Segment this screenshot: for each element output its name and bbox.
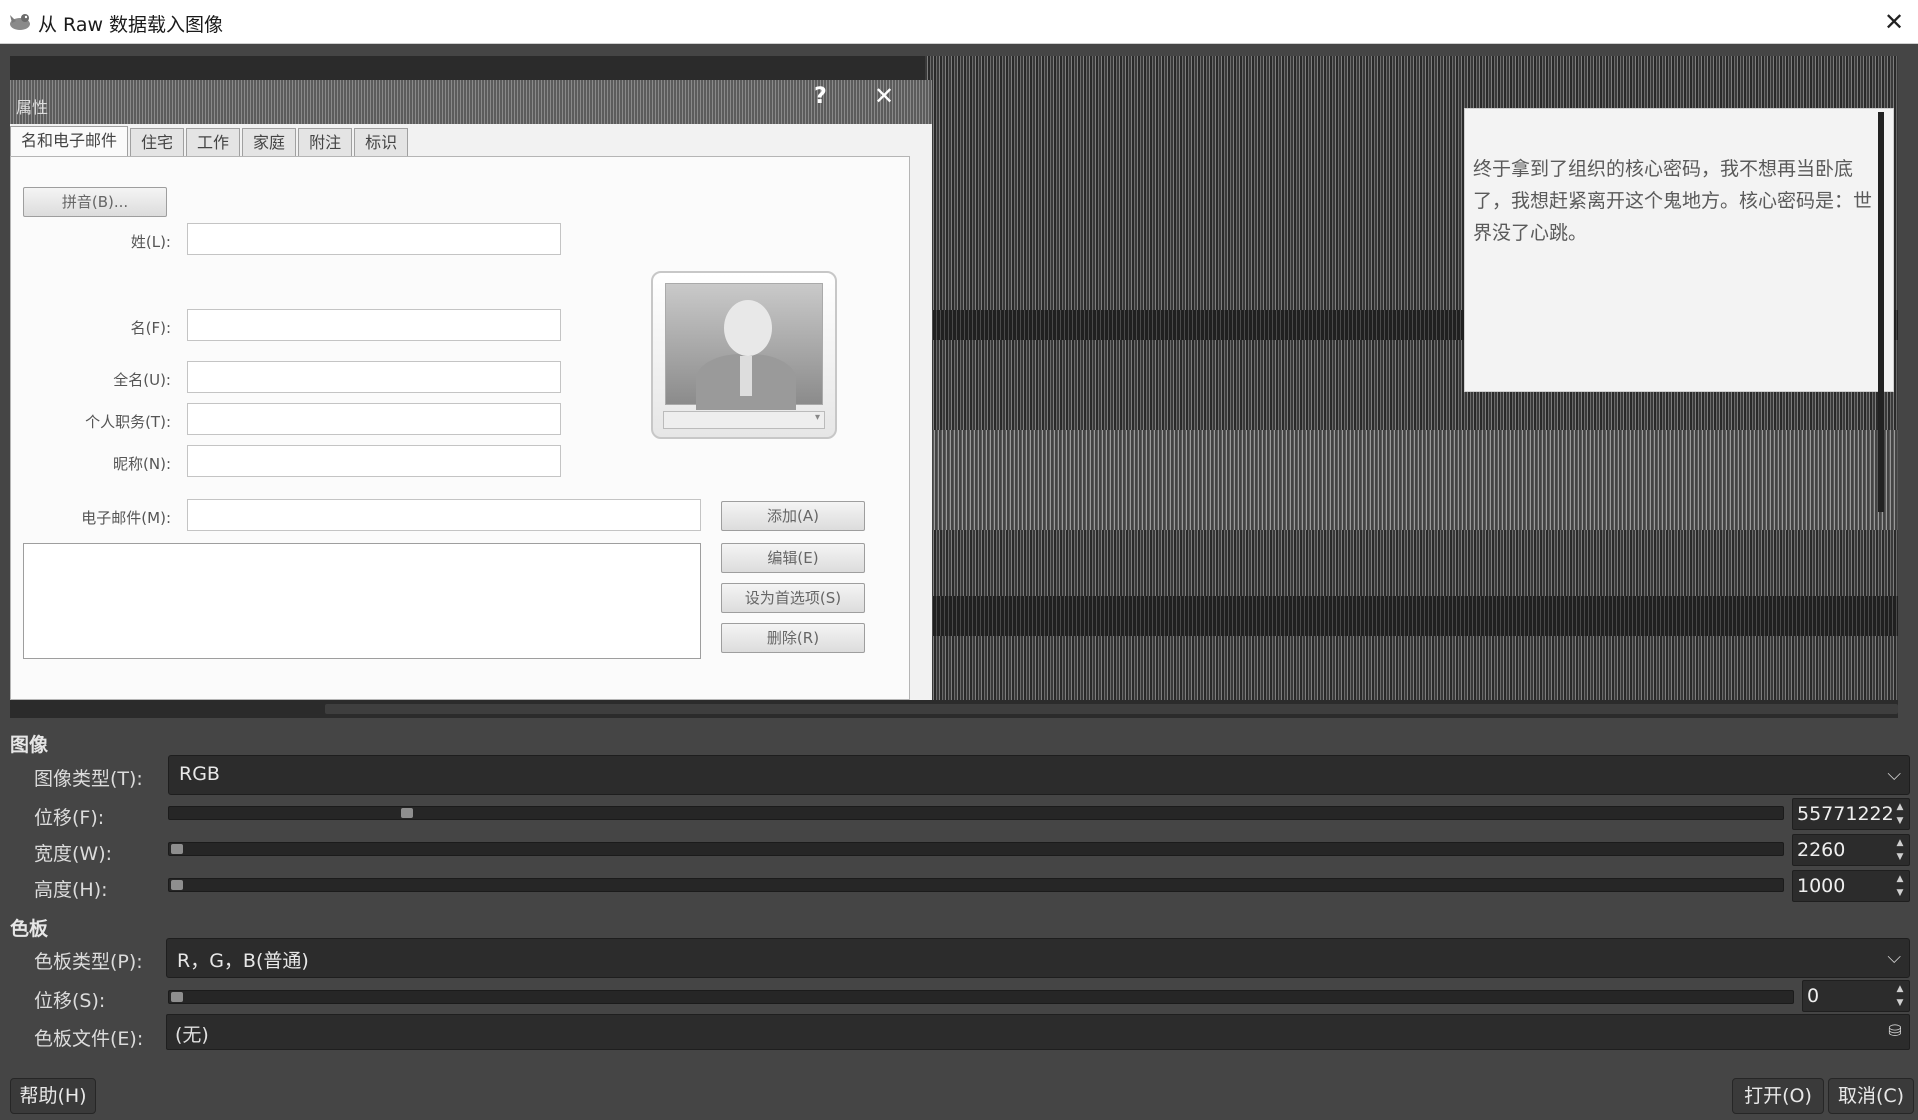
ghost-add-button: 添加(A) — [721, 501, 865, 531]
palette-file-label: 色板文件(E): — [34, 1028, 144, 1050]
spin-down-icon[interactable]: ▼ — [1893, 996, 1907, 1010]
offset-label: 位移(F): — [34, 807, 105, 829]
preview-horizontal-scrollbar[interactable] — [10, 700, 1898, 718]
preview-note: 终于拿到了组织的核心密码，我不想再当卧底了，我想赶紧离开这个鬼地方。核心密码是：… — [1464, 108, 1894, 392]
raw-preview: 属性 ? ✕ 名和电子邮件 住宅 工作 家庭 附注 标识 拼音(B)... 姓(… — [10, 56, 1898, 700]
ghost-tab: 标识 — [354, 128, 409, 156]
window-titlebar: 从 Raw 数据载入图像 ✕ — [0, 0, 1918, 44]
ghost-label: 昵称(N): — [113, 455, 171, 473]
ghost-label: 姓(L): — [130, 233, 171, 251]
spin-down-icon[interactable]: ▼ — [1893, 850, 1907, 864]
ghost-label: 电子邮件(M): — [81, 509, 171, 527]
ghost-label: 名(F): — [130, 319, 171, 337]
note-text: 终于拿到了组织的核心密码，我不想再当卧底了，我想赶紧离开这个鬼地方。核心密码是：… — [1473, 158, 1873, 244]
preview-noise-band — [925, 596, 1898, 636]
ghost-panel: 拼音(B)... 姓(L): 名(F): 全名(U): 个人职务(T): 昵称(… — [10, 156, 910, 700]
ghost-tab: 家庭 — [242, 128, 297, 156]
open-file-icon[interactable]: ⛁ — [1885, 1021, 1905, 1043]
chevron-down-icon: ⌵ — [1887, 764, 1901, 785]
height-slider[interactable] — [168, 878, 1784, 892]
image-section-heading: 图像 — [10, 734, 49, 756]
preview-noise-band — [925, 430, 1898, 530]
palette-section-heading: 色板 — [10, 918, 49, 940]
palette-type-value: R，G，B(普通) — [177, 950, 309, 972]
ghost-remove-button: 删除(R) — [721, 623, 865, 653]
spin-up-icon[interactable]: ▲ — [1893, 872, 1907, 886]
close-icon[interactable]: ✕ — [1876, 4, 1912, 40]
image-type-value: RGB — [179, 763, 220, 785]
window-title: 从 Raw 数据载入图像 — [38, 14, 224, 36]
ghost-input — [187, 361, 561, 393]
ghost-titlebar: 属性 ? ✕ — [10, 80, 932, 124]
ghost-default-button: 设为首选项(S) — [721, 583, 865, 613]
ghost-title: 属性 — [16, 98, 49, 117]
spin-up-icon[interactable]: ▲ — [1893, 836, 1907, 850]
ghost-help-icon: ? — [814, 84, 827, 109]
ghost-tab: 名和电子邮件 — [10, 126, 129, 156]
ghost-input — [187, 403, 561, 435]
open-button[interactable]: 打开(O) — [1732, 1078, 1824, 1114]
height-spinbox[interactable]: 1000 ▲ ▼ — [1792, 870, 1910, 902]
ghost-label: 全名(U): — [113, 371, 171, 389]
ghost-tab: 工作 — [186, 128, 241, 156]
palette-type-label: 色板类型(P): — [34, 951, 143, 973]
palette-file-chooser[interactable]: (无) ⛁ — [166, 1014, 1910, 1050]
ghost-list — [23, 543, 701, 659]
width-slider[interactable] — [168, 842, 1784, 856]
help-button[interactable]: 帮助(H) — [10, 1078, 96, 1114]
scrollbar-thumb[interactable] — [325, 704, 1898, 714]
gimp-wilber-icon — [10, 14, 30, 30]
chevron-down-icon: ⌵ — [1887, 947, 1901, 968]
width-spinbox[interactable]: 2260 ▲ ▼ — [1792, 834, 1910, 866]
height-value: 1000 — [1797, 875, 1846, 897]
ghost-tab: 附注 — [298, 128, 353, 156]
palette-offset-slider[interactable] — [168, 990, 1794, 1004]
ghost-input — [187, 309, 561, 341]
ghost-edit-button: 编辑(E) — [721, 543, 865, 573]
palette-offset-label: 位移(S): — [34, 990, 106, 1012]
ghost-input — [187, 445, 561, 477]
slider-knob[interactable] — [171, 880, 183, 890]
ghost-tabs: 名和电子邮件 住宅 工作 家庭 附注 标识 — [10, 126, 410, 156]
width-label: 宽度(W): — [34, 843, 113, 865]
ghost-tab: 住宅 — [130, 128, 185, 156]
offset-spinbox[interactable]: 55771222 ▲ ▼ — [1792, 798, 1910, 830]
cancel-button[interactable]: 取消(C) — [1828, 1078, 1914, 1114]
ghost-input — [187, 499, 701, 531]
image-type-combo[interactable]: RGB ⌵ — [168, 755, 1910, 795]
spin-down-icon[interactable]: ▼ — [1893, 814, 1907, 828]
offset-slider[interactable] — [168, 806, 1784, 820]
ghost-label: 个人职务(T): — [85, 413, 171, 431]
preview-vertical-scrollbar[interactable] — [1878, 112, 1884, 512]
palette-offset-value: 0 — [1807, 985, 1820, 1007]
palette-file-value: (无) — [175, 1024, 209, 1046]
offset-value: 55771222 — [1797, 803, 1894, 825]
preview-ghost-dialog: 属性 ? ✕ 名和电子邮件 住宅 工作 家庭 附注 标识 拼音(B)... 姓(… — [10, 80, 932, 700]
palette-offset-spinbox[interactable]: 0 ▲ ▼ — [1802, 980, 1910, 1012]
height-label: 高度(H): — [34, 879, 108, 901]
spin-up-icon[interactable]: ▲ — [1893, 800, 1907, 814]
slider-knob[interactable] — [401, 808, 414, 818]
palette-type-combo[interactable]: R，G，B(普通) ⌵ — [166, 938, 1910, 978]
slider-knob[interactable] — [171, 992, 183, 1002]
ghost-spell-button: 拼音(B)... — [23, 187, 167, 217]
image-type-label: 图像类型(T): — [34, 768, 143, 790]
width-value: 2260 — [1797, 839, 1846, 861]
slider-knob[interactable] — [171, 844, 183, 854]
ghost-input — [187, 223, 561, 255]
spin-down-icon[interactable]: ▼ — [1893, 886, 1907, 900]
spin-up-icon[interactable]: ▲ — [1893, 982, 1907, 996]
ghost-avatar: ▾ — [651, 271, 837, 439]
ghost-close-icon: ✕ — [874, 82, 895, 110]
